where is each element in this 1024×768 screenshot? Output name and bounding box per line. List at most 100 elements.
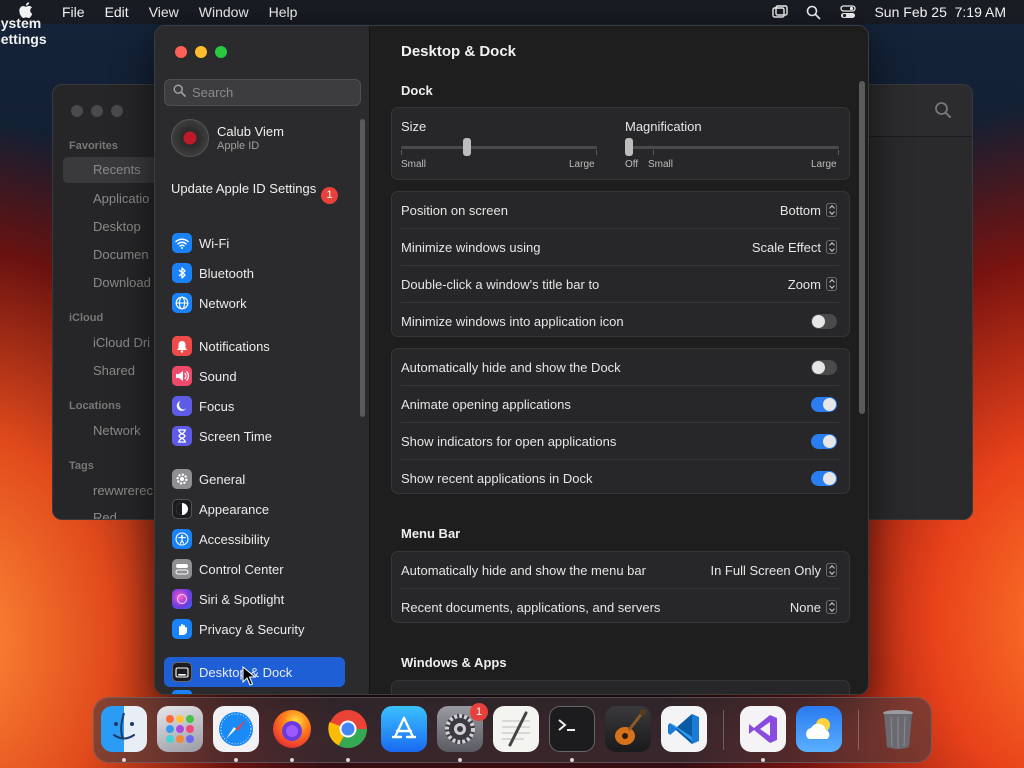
menu-view[interactable]: View: [139, 4, 189, 20]
sidebar-item-appearance[interactable]: Appearance: [164, 494, 360, 524]
show-indicators-toggle[interactable]: [811, 433, 837, 449]
zoom-button[interactable]: [215, 46, 227, 58]
sidebar-item-label: Privacy & Security: [199, 621, 305, 637]
animate-opening-toggle[interactable]: [811, 396, 837, 412]
dock: 1: [93, 697, 932, 763]
finder-item-documents[interactable]: Documen: [93, 247, 149, 262]
finder-section-favorites: Favorites: [69, 140, 118, 152]
appearance-icon: [172, 499, 192, 519]
globe-icon: [172, 293, 192, 313]
finder-icon[interactable]: [101, 706, 147, 752]
hourglass-icon: [172, 426, 192, 446]
auto-hide-dock-toggle[interactable]: [811, 359, 837, 375]
chrome-icon[interactable]: [325, 706, 371, 752]
sidebar-item-notifications[interactable]: Notifications: [164, 331, 360, 361]
terminal-icon[interactable]: [549, 706, 595, 752]
menu-window[interactable]: Window: [189, 4, 259, 20]
magnification-slider[interactable]: [625, 138, 839, 156]
size-min-label: Small: [401, 159, 427, 170]
magnification-slider-thumb[interactable]: [625, 138, 633, 156]
bluetooth-icon: [172, 263, 192, 283]
finder-item-downloads[interactable]: Download: [93, 275, 151, 290]
sidebar-item-wifi[interactable]: Wi-Fi: [164, 228, 360, 258]
size-slider-thumb[interactable]: [463, 138, 472, 156]
search-icon[interactable]: [934, 101, 952, 119]
sidebar-item-privacy-security[interactable]: Privacy & Security: [164, 614, 360, 644]
recent-documents-popup[interactable]: None: [790, 600, 837, 615]
close-button[interactable]: [175, 46, 187, 58]
sidebar-item-siri-spotlight[interactable]: Siri & Spotlight: [164, 584, 360, 614]
finder-item-network[interactable]: Network: [93, 423, 141, 438]
finder-item-tag-1[interactable]: rewwrerec: [93, 483, 153, 498]
dock-size-group: Size Small Large Magnification Off Small…: [391, 107, 850, 180]
popup-value: Scale Effect: [751, 239, 821, 255]
sidebar-item-sound[interactable]: Sound: [164, 361, 360, 391]
control-center-icon: [172, 559, 192, 579]
finder-item-icloud-drive[interactable]: iCloud Dri: [93, 335, 150, 350]
sidebar-item-accessibility[interactable]: Accessibility: [164, 524, 360, 554]
menubar-clock[interactable]: Sun Feb 25 7:19 AM: [874, 4, 1006, 20]
garageband-icon[interactable]: [605, 706, 651, 752]
search-field[interactable]: [164, 79, 361, 106]
system-settings-window[interactable]: Calub Viem Apple ID Update Apple ID Sett…: [154, 25, 869, 695]
sidebar-scrollbar[interactable]: [360, 119, 365, 417]
app-menu-system-settings[interactable]: System Settings: [0, 8, 46, 54]
double-click-title-bar-label: Double-click a window's title bar to: [401, 276, 600, 292]
show-indicators-row: Show indicators for open applications: [401, 423, 837, 459]
recent-documents-label: Recent documents, applications, and serv…: [401, 599, 661, 615]
visual-studio-icon[interactable]: [740, 706, 786, 752]
menu-edit[interactable]: Edit: [95, 4, 139, 20]
weather-icon[interactable]: [796, 706, 842, 752]
menu-file[interactable]: File: [52, 4, 95, 20]
screen-mirroring-icon[interactable]: [772, 5, 789, 19]
auto-hide-dock-label: Automatically hide and show the Dock: [401, 359, 621, 375]
auto-hide-menu-bar-popup[interactable]: In Full Screen Only: [710, 563, 837, 578]
sidebar-item-control-center[interactable]: Control Center: [164, 554, 360, 584]
position-on-screen-popup[interactable]: Bottom: [780, 203, 837, 218]
finder-item-applications[interactable]: Applicatio: [93, 191, 149, 206]
launchpad-icon[interactable]: [157, 706, 203, 752]
section-title-windows-apps: Windows & Apps: [401, 655, 507, 670]
dock-toggles-group: Automatically hide and show the Dock Ani…: [391, 348, 850, 494]
animate-opening-row: Animate opening applications: [401, 386, 837, 422]
vscode-icon[interactable]: [661, 706, 707, 752]
sidebar-item-next-partial[interactable]: [172, 690, 192, 694]
double-click-title-bar-popup[interactable]: Zoom: [788, 277, 837, 292]
minimize-button[interactable]: [195, 46, 207, 58]
finder-item-desktop[interactable]: Desktop: [93, 219, 141, 234]
search-input[interactable]: [192, 85, 352, 100]
trash-icon[interactable]: [875, 706, 921, 752]
chevron-updown-icon: [826, 563, 837, 577]
popup-value: Zoom: [787, 276, 821, 292]
control-center-icon[interactable]: [840, 5, 857, 19]
siri-icon: [172, 589, 192, 609]
firefox-icon[interactable]: [269, 706, 315, 752]
textedit-icon[interactable]: [493, 706, 539, 752]
safari-icon[interactable]: [213, 706, 259, 752]
menu-help[interactable]: Help: [259, 4, 308, 20]
finder-section-tags: Tags: [69, 460, 94, 472]
notification-badge: 1: [321, 187, 338, 204]
position-on-screen-row: Position on screen Bottom: [401, 192, 837, 228]
spotlight-search-icon[interactable]: [806, 5, 822, 20]
minimize-using-popup[interactable]: Scale Effect: [752, 240, 837, 255]
sidebar-item-network[interactable]: Network: [164, 288, 360, 318]
minimize-into-icon-toggle[interactable]: [811, 313, 837, 329]
size-slider[interactable]: [401, 138, 597, 156]
auto-hide-menu-bar-row: Automatically hide and show the menu bar…: [401, 552, 837, 588]
show-recent-apps-toggle[interactable]: [811, 470, 837, 486]
sidebar-item-bluetooth[interactable]: Bluetooth: [164, 258, 360, 288]
sidebar-item-screen-time[interactable]: Screen Time: [164, 421, 360, 451]
menu-bar-group: Automatically hide and show the menu bar…: [391, 551, 850, 623]
minimize-into-icon-row: Minimize windows into application icon: [401, 303, 837, 339]
minimize-into-icon-label: Minimize windows into application icon: [401, 313, 624, 329]
app-store-icon[interactable]: [381, 706, 427, 752]
sidebar-item-general[interactable]: General: [164, 464, 360, 494]
finder-item-shared[interactable]: Shared: [93, 363, 135, 378]
sidebar-item-focus[interactable]: Focus: [164, 391, 360, 421]
content-scrollbar[interactable]: [859, 81, 865, 414]
size-label: Size: [401, 119, 427, 134]
finder-item-tag-2[interactable]: Red: [93, 510, 117, 519]
update-apple-id-settings[interactable]: Update Apple ID Settings: [171, 181, 341, 197]
apple-id-account[interactable]: Calub Viem Apple ID: [171, 119, 284, 157]
